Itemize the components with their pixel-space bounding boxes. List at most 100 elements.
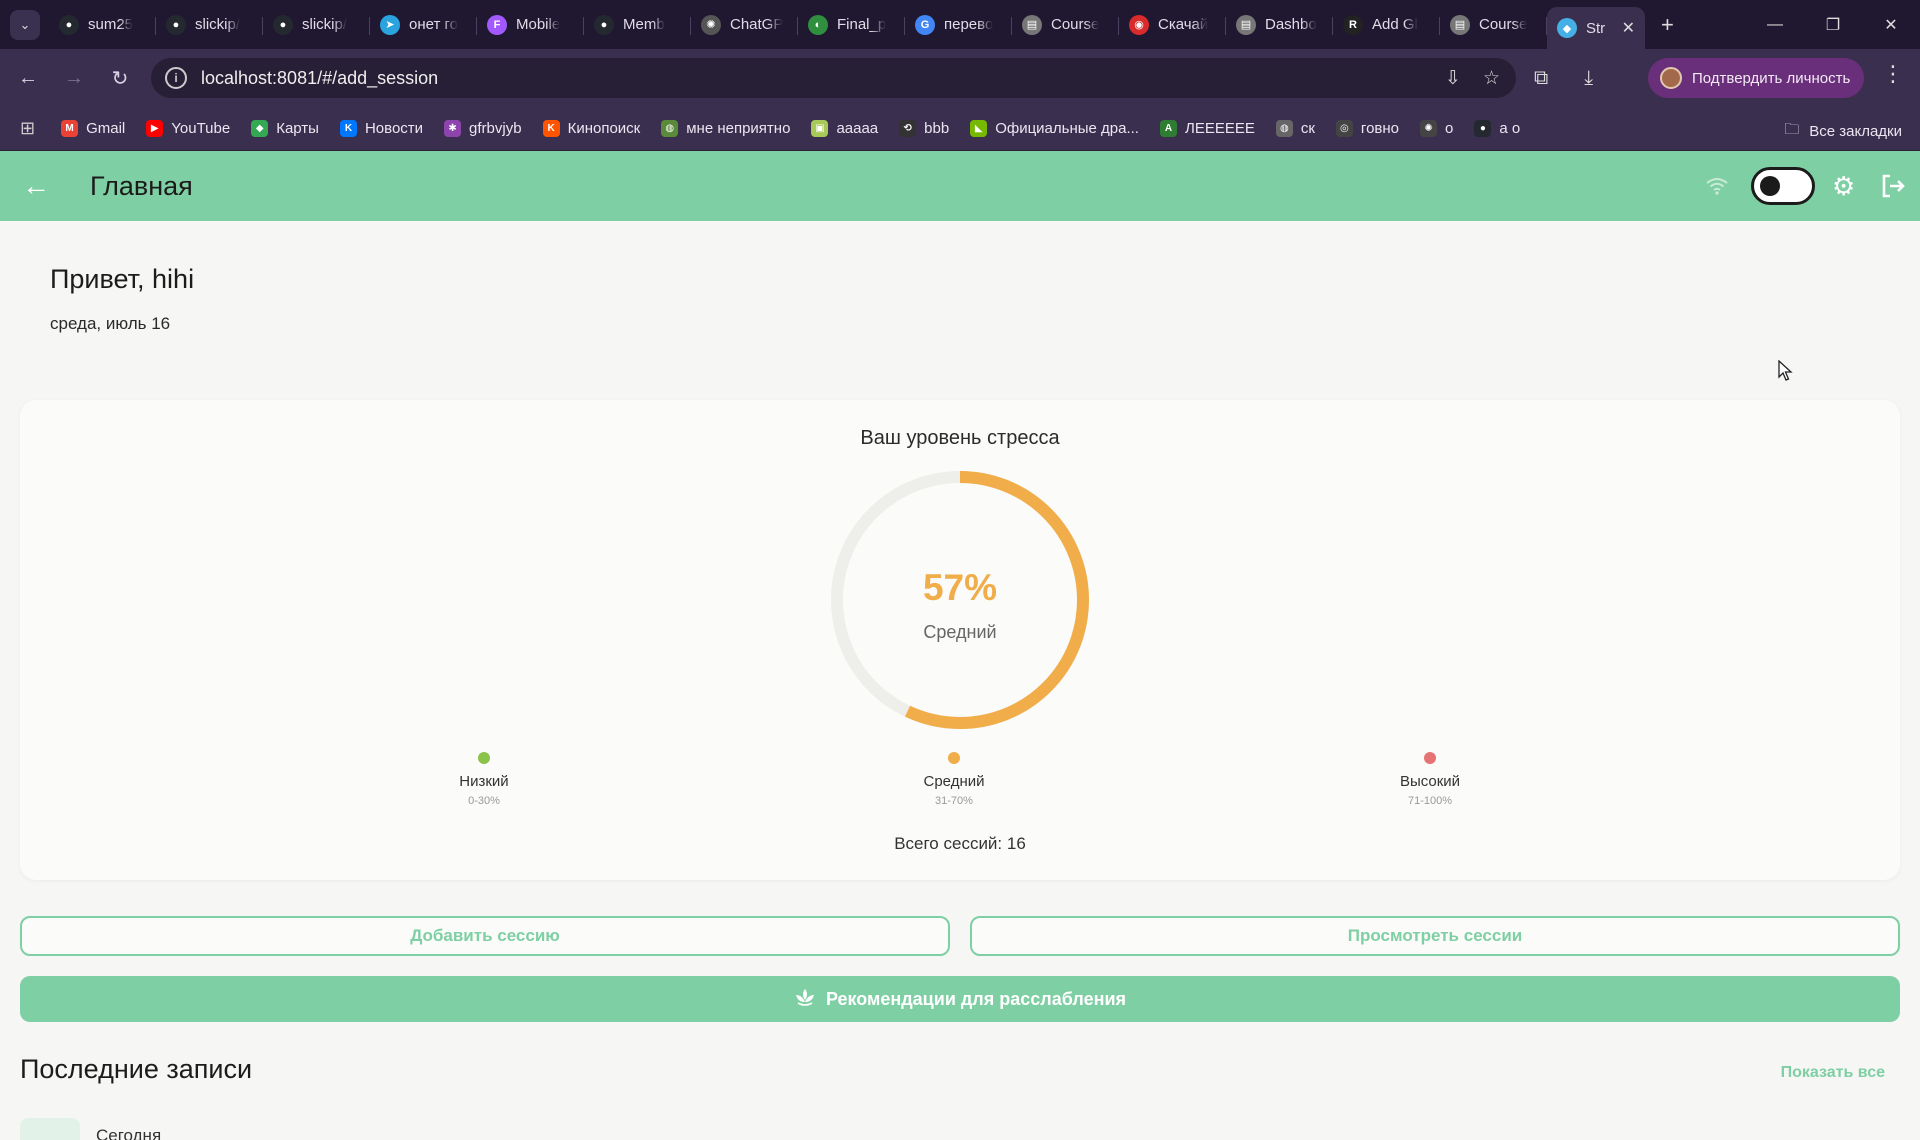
tab-label: ChatGP [730, 16, 784, 33]
r-icon: R [1343, 14, 1363, 35]
bookmark-0[interactable]: M Gmail [61, 120, 125, 137]
logout-icon[interactable] [1880, 151, 1906, 221]
show-all-link[interactable]: Показать все [1781, 1064, 1885, 1082]
back-button[interactable]: ← [10, 60, 46, 96]
total-sessions: Всего сессий: 16 [894, 834, 1026, 853]
google-icon: G [915, 14, 935, 35]
puzzle-icon: ✱ [444, 120, 462, 137]
youtube-icon: ▶ [146, 120, 164, 137]
minimize-button[interactable]: — [1746, 0, 1804, 49]
tab-label: Str [1586, 19, 1606, 37]
gear-icon[interactable]: ⚙ [1832, 151, 1855, 221]
tab-7[interactable]: ◐ Final_p [798, 7, 905, 43]
tab-label: перево [944, 16, 994, 33]
browser-toolbar: ← → ↻ i localhost:8081/#/add_session ⇩ ☆… [0, 49, 1920, 107]
tab-label: slickip/ [302, 16, 348, 33]
bookmark-8[interactable]: ⟲ bbb [899, 120, 949, 137]
bookmark-3[interactable]: K Новости [339, 120, 423, 137]
github-icon: ● [1474, 120, 1492, 137]
tab-label: онет го [409, 16, 458, 33]
all-bookmarks-button[interactable]: 🗀 Все закладки [1784, 119, 1902, 144]
bookmark-7[interactable]: ▣ ааааа [811, 120, 878, 137]
downloads-icon[interactable]: ⤓ [1584, 67, 1593, 90]
apps-grid-icon[interactable]: ⊞ [20, 118, 35, 139]
close-window-button[interactable]: ✕ [1862, 0, 1920, 49]
legend-dot [478, 752, 490, 764]
figma-icon: F [487, 14, 507, 35]
bookmark-11[interactable]: ◍ ск [1275, 120, 1315, 137]
add-session-button[interactable]: Добавить сессию [20, 916, 950, 956]
tab-13[interactable]: ▤ Course [1440, 7, 1547, 43]
bookmark-4[interactable]: ✱ gfrbvjyb [444, 120, 522, 137]
theme-toggle[interactable] [1751, 151, 1815, 221]
verify-identity-button[interactable]: Подтвердить личность [1648, 58, 1864, 98]
tab-5[interactable]: ● Memb [584, 7, 691, 43]
bookmark-5[interactable]: K Кинопоиск [542, 120, 640, 137]
tab-8[interactable]: Gперево [905, 7, 1012, 43]
relax-label: Рекомендации для расслабления [825, 988, 1127, 1009]
legend-name: Средний [923, 773, 985, 790]
list-item[interactable]: Сегодня [20, 1118, 161, 1140]
tab-10[interactable]: ◉ Скачай [1119, 7, 1226, 43]
bookmark-10[interactable]: A ЛЕЕЕЕЕЕ [1159, 120, 1255, 137]
tab-label: Add Gl [1372, 16, 1418, 33]
current-date: среда, июль 16 [50, 314, 171, 333]
tab-2[interactable]: ● slickip/ [263, 7, 370, 43]
arrow-left-icon: ← [18, 66, 38, 89]
bookmark-label: мне неприятно [686, 120, 791, 137]
address-bar[interactable]: i localhost:8081/#/add_session ⇩ ☆ [151, 58, 1516, 98]
tab-list: ● sum25 ● slickip/ ● slickip/ ➤ онет го F Mobile ●… [49, 0, 1645, 49]
page-icon: ▤ [1236, 14, 1256, 35]
restore-button[interactable]: ❐ [1804, 0, 1862, 49]
extensions-icon[interactable]: ⧉ [1534, 67, 1548, 90]
tab-active[interactable]: ◆ Str ✕ [1547, 7, 1645, 49]
page-title: Главная [90, 170, 193, 201]
reload-button[interactable]: ↻ [102, 60, 138, 96]
bookmark-13[interactable]: ✺ о [1420, 120, 1453, 137]
tab-1[interactable]: ● slickip/ [156, 7, 263, 43]
back-arrow-icon[interactable]: ← [22, 170, 52, 202]
tab-search-button[interactable]: ⌄ [10, 9, 40, 40]
legend-medium: Средний 31-70% [854, 752, 1054, 807]
bookmark-9[interactable]: ◣ Официальные дра... [970, 120, 1139, 137]
install-app-icon[interactable]: ⇩ [1445, 67, 1461, 90]
site-info-icon[interactable]: i [165, 67, 187, 89]
chatgpt-icon: ✺ [701, 14, 721, 35]
bookmark-label: говно [1360, 120, 1400, 137]
bookmark-6[interactable]: ◍ мне неприятно [661, 120, 790, 137]
close-tab-icon[interactable]: ✕ [1622, 18, 1635, 38]
bookmark-label: gfrbvjyb [469, 120, 522, 137]
tab-0[interactable]: ● sum25 [49, 7, 156, 43]
bookmarks-bar: ⊞ M Gmail ▶ YouTube ◆ Карты K Новости ✱ gfrbvjyb K… [0, 107, 1920, 151]
tab-3[interactable]: ➤ онет го [370, 7, 477, 43]
view-sessions-button[interactable]: Просмотреть сессии [970, 916, 1900, 956]
tab-4[interactable]: F Mobile [477, 7, 584, 43]
tab-9[interactable]: ▤ Course [1012, 7, 1119, 43]
bookmark-label: YouTube [171, 120, 231, 137]
new-tab-button[interactable]: + [1661, 12, 1674, 38]
tab-11[interactable]: ▤ Dashbo [1226, 7, 1333, 43]
forward-button[interactable]: → [56, 60, 92, 96]
bookmark-2[interactable]: ◆ Карты [251, 120, 319, 137]
bookmark-1[interactable]: ▶ YouTube [146, 120, 230, 137]
browser-menu-icon[interactable]: ⋮ [1882, 61, 1904, 87]
stress-level: Средний [923, 622, 997, 642]
tab-label: slickip/ [195, 16, 241, 33]
tab-label: Course [1051, 16, 1100, 33]
relax-recommendations-button[interactable]: Рекомендации для расслабления [20, 976, 1900, 1022]
tab-6[interactable]: ✺ ChatGP [691, 7, 798, 43]
tab-label: Dashbo [1265, 16, 1317, 33]
bookmark-14[interactable]: ● а о [1474, 120, 1520, 137]
bookmark-label: Официальные дра... [995, 120, 1139, 137]
bookmark-star-icon[interactable]: ☆ [1483, 67, 1500, 90]
bookmark-12[interactable]: ◎ говно [1335, 120, 1400, 137]
record-date: Сегодня [96, 1126, 162, 1140]
globe-icon: ◍ [661, 120, 679, 137]
bookmark-label: о [1445, 120, 1454, 137]
github-icon: ● [166, 14, 186, 35]
tab-12[interactable]: R Add Gl [1333, 7, 1440, 43]
page-icon: ▤ [1450, 14, 1470, 35]
legend-high: Высокий 71-100% [1330, 752, 1530, 807]
bookmark-label: bbb [924, 120, 950, 137]
legend-low: Низкий 0-30% [384, 752, 584, 807]
